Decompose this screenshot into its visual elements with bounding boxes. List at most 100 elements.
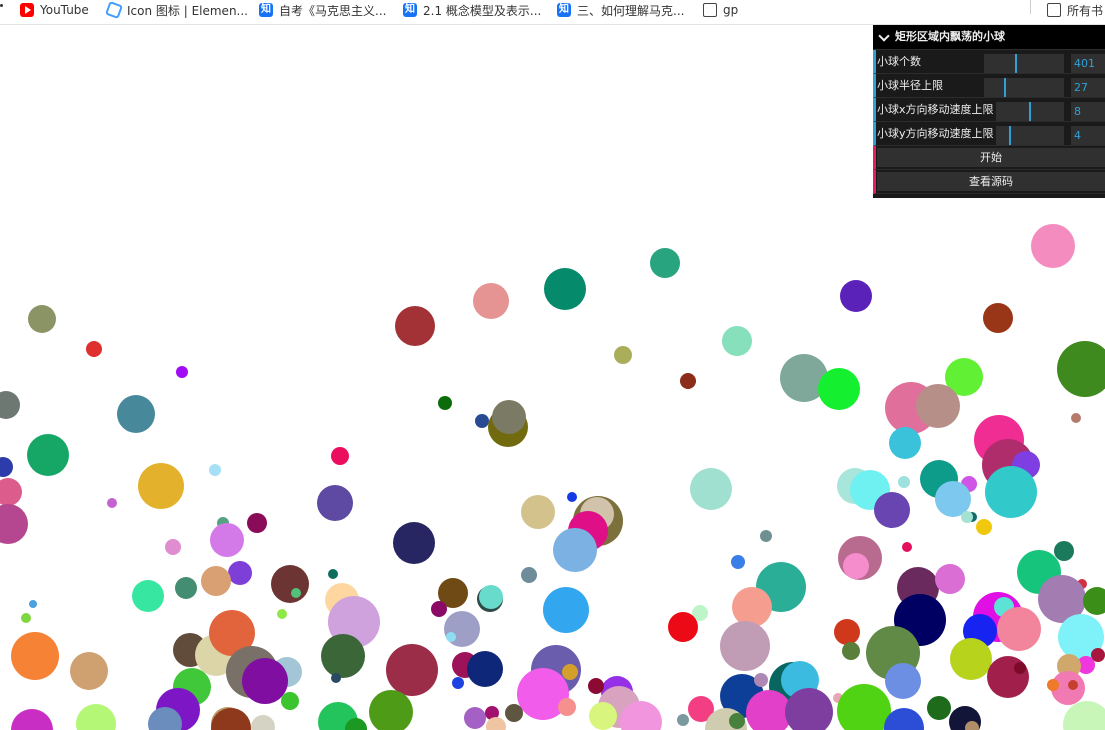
ball [277,609,287,619]
radius-max-input[interactable]: 27 [1071,78,1105,97]
ball [1057,341,1105,397]
ball [965,721,979,730]
ball [1031,224,1075,268]
ball [521,567,537,583]
panel-title-bar[interactable]: 矩形区域内飘荡的小球 [873,25,1105,50]
ball [209,464,221,476]
ball [345,718,367,730]
ball [317,485,353,521]
control-label: 小球个数 [877,55,921,68]
ball [117,395,155,433]
ball [588,678,604,694]
bookmark-all-bookmarks[interactable]: 所有书 [1047,0,1103,20]
ball [228,561,252,585]
ball [328,569,338,579]
folder-icon [1047,3,1061,17]
ball [29,600,37,608]
ball [138,463,184,509]
start-button[interactable]: 开始 [877,148,1105,167]
ball [175,577,197,599]
speed-y-slider[interactable] [996,126,1064,145]
ball [543,587,589,633]
ball [760,530,772,542]
ball [650,248,680,278]
ball [201,566,231,596]
ball [902,542,912,552]
chevron-down-icon [878,29,890,42]
ball-count-slider[interactable] [984,54,1064,73]
ball [680,373,696,389]
ball [950,638,992,680]
ball [28,305,56,333]
ball [935,564,965,594]
ball [553,528,597,572]
ball [720,621,770,671]
radius-max-slider[interactable] [984,78,1064,97]
ball [731,555,745,569]
bookmark-zhihu-3[interactable]: 知 三、如何理解马克... [557,0,684,20]
ball [837,684,891,730]
ball [107,498,117,508]
ball [393,522,435,564]
ball [464,707,486,729]
control-label: 小球y方向移动速度上限 [877,127,994,140]
ball [1047,679,1059,691]
ball [620,701,662,730]
ball [76,704,116,730]
ball [997,607,1041,651]
ball [331,673,341,683]
slider-handle [1029,102,1031,121]
bookmark-element-icons[interactable]: Icon 图标 | Elemen... [105,0,248,20]
bookmark-zhihu-2[interactable]: 知 2.1 概念模型及表示... [403,0,541,20]
control-label: 小球半径上限 [877,79,943,92]
ball [677,714,689,726]
ball [840,280,872,312]
view-source-button[interactable]: 查看源码 [877,172,1105,191]
bookmark-youtube[interactable]: YouTube [20,0,89,20]
zhihu-icon: 知 [259,3,273,17]
ball [176,366,188,378]
control-radius-max: 小球半径上限 27 [873,74,1105,98]
speed-x-input[interactable]: 8 [1071,102,1105,121]
folder-icon [703,3,717,17]
ball [885,663,921,699]
speed-y-input[interactable]: 4 [1071,126,1105,145]
ball [281,692,299,710]
ball [1068,680,1078,690]
bookmark-label: 2.1 概念模型及表示... [423,3,542,18]
ball [473,283,509,319]
ball [0,391,20,419]
ball [916,384,960,428]
ball [843,553,869,579]
ball [386,644,438,696]
bookmark-separator [1030,0,1031,14]
zhihu-icon: 知 [557,3,571,17]
zhihu-icon: 知 [403,3,417,17]
ball [874,492,910,528]
ball [614,346,632,364]
bookmark-label: gp [723,3,739,17]
ball [431,601,447,617]
ball [1054,541,1074,561]
ball [722,326,752,356]
ball [521,495,555,529]
bookmark-zhihu-1[interactable]: 知 自考《马克思主义... [259,0,386,20]
ball [291,588,301,598]
ball-count-input[interactable]: 401 [1071,54,1105,73]
youtube-icon [20,3,34,17]
bookmarks-bar: YouTube Icon 图标 | Elemen... 知 自考《马克思主义..… [0,0,1105,25]
slider-handle [1009,126,1011,145]
bookmark-folder-gp[interactable]: gp [703,0,738,20]
ball [165,539,181,555]
ball [1083,587,1105,615]
ball [86,341,102,357]
ball [985,466,1037,518]
speed-x-slider[interactable] [996,102,1064,121]
ball [251,715,275,730]
bookmark-label: 自考《马克思主义... [279,3,387,18]
bookmark-label: 三、如何理解马克... [577,3,685,18]
slider-handle [1004,78,1006,97]
control-speed-x-max: 小球x方向移动速度上限 8 [873,98,1105,122]
control-ball-count: 小球个数 401 [873,50,1105,74]
ball [452,677,464,689]
